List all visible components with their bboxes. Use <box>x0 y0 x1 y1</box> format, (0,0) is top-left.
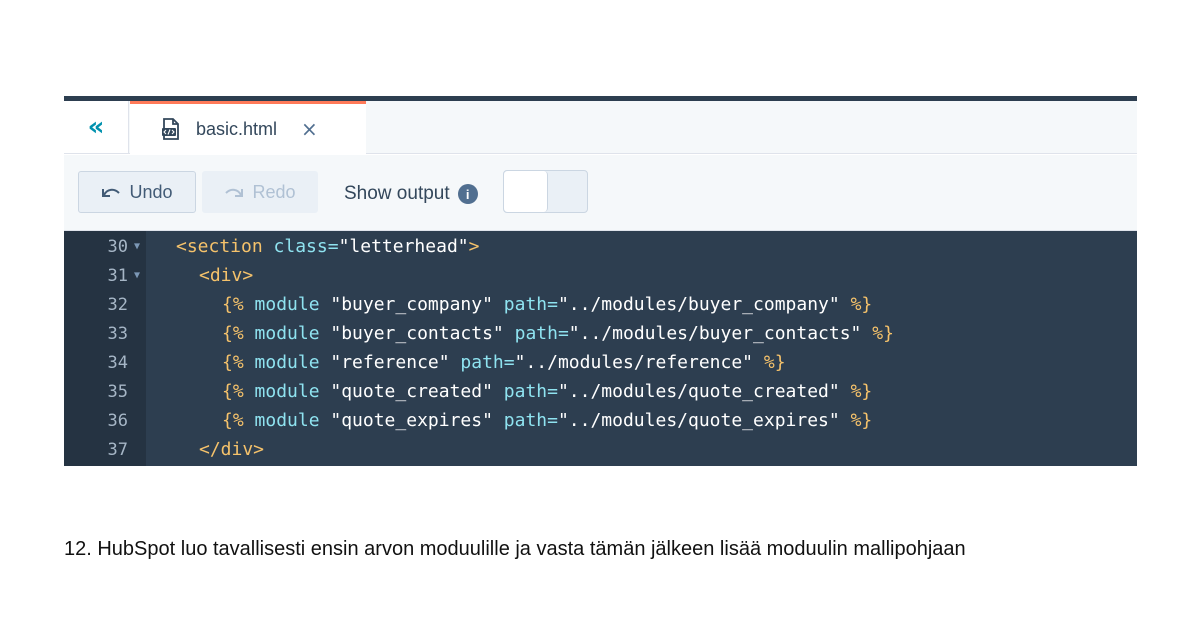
code-token: module <box>254 410 331 431</box>
code-token: path= <box>460 352 515 373</box>
code-line[interactable]: 35 {% module "quote_created" path="../mod… <box>64 377 1137 406</box>
fold-arrow-icon[interactable]: ▼ <box>134 241 140 252</box>
code-token: module <box>254 323 331 344</box>
code-token: %} <box>850 381 873 402</box>
code-text: {% module "reference" path="../modules/r… <box>222 352 786 373</box>
line-number: 34 <box>107 352 128 373</box>
collapse-sidebar-button[interactable]: « <box>64 101 129 153</box>
line-number: 36 <box>107 410 128 431</box>
code-line[interactable]: 30 ▼ <section class="letterhead"> <box>64 232 1137 261</box>
fold-arrow-icon[interactable]: ▼ <box>134 270 140 281</box>
code-area[interactable]: 30 ▼ <section class="letterhead"> 31 ▼ <div> 3… <box>64 231 1137 466</box>
code-token: path= <box>503 294 558 315</box>
code-token: path= <box>514 323 569 344</box>
code-line[interactable]: 34 {% module "reference" path="../modules… <box>64 348 1137 377</box>
code-token: {% <box>222 381 255 402</box>
line-number: 37 <box>107 439 128 460</box>
undo-label: Undo <box>129 181 173 202</box>
code-token: "../modules/buyer_company" <box>557 294 851 315</box>
code-token: <section <box>176 236 274 257</box>
code-token: {% <box>222 410 255 431</box>
undo-arrow-icon <box>101 182 121 203</box>
code-token: path= <box>503 381 558 402</box>
code-token: {% <box>222 323 255 344</box>
code-token: {% <box>222 294 255 315</box>
code-token: </div> <box>199 439 265 460</box>
toggle-knob <box>504 171 548 212</box>
code-text: {% module "buyer_contacts" path="../modu… <box>222 323 894 344</box>
code-token: "../modules/quote_created" <box>557 381 851 402</box>
toolbar: Undo Redo Show output i <box>64 155 1137 231</box>
code-token: {% <box>222 352 255 373</box>
line-number: 32 <box>107 294 128 315</box>
tab-bar: « basic.html × <box>64 101 1137 154</box>
code-text: {% module "quote_expires" path="../modul… <box>222 410 872 431</box>
code-text: <section class="letterhead"> <box>176 236 479 257</box>
line-number: 31 <box>107 265 128 286</box>
redo-button[interactable]: Redo <box>202 171 318 213</box>
undo-button[interactable]: Undo <box>78 171 196 213</box>
code-token: class= <box>273 236 339 257</box>
line-number: 30 <box>107 236 128 257</box>
code-token: "buyer_company" <box>330 294 504 315</box>
double-chevron-left-icon: « <box>87 112 105 142</box>
code-line[interactable]: 33 {% module "buyer_contacts" path="../mo… <box>64 319 1137 348</box>
code-text: <div> <box>199 265 253 286</box>
code-text: {% module "quote_created" path="../modul… <box>222 381 872 402</box>
line-number: 35 <box>107 381 128 402</box>
code-line[interactable]: 32 {% module "buyer_company" path="../mod… <box>64 290 1137 319</box>
code-token: "../modules/quote_expires" <box>557 410 851 431</box>
code-token: > <box>468 236 480 257</box>
redo-arrow-icon <box>224 182 244 203</box>
code-token: path= <box>503 410 558 431</box>
code-text: {% module "buyer_company" path="../modul… <box>222 294 872 315</box>
code-token: "buyer_contacts" <box>330 323 515 344</box>
code-token: "letterhead" <box>338 236 469 257</box>
code-line[interactable]: 36 {% module "quote_expires" path="../mod… <box>64 406 1137 435</box>
code-token: %} <box>850 410 873 431</box>
code-token: %} <box>872 323 894 344</box>
code-line[interactable]: 37 </div> <box>64 435 1137 464</box>
line-number: 33 <box>107 323 128 344</box>
code-token: "reference" <box>330 352 461 373</box>
code-line[interactable]: 31 ▼ <div> <box>64 261 1137 290</box>
code-editor: « basic.html × Undo Redo Show output i 3… <box>64 96 1137 466</box>
code-token: module <box>254 294 331 315</box>
code-token: "../modules/buyer_contacts" <box>568 323 873 344</box>
code-token: module <box>254 381 331 402</box>
redo-label: Redo <box>252 181 296 202</box>
close-icon[interactable]: × <box>301 117 318 141</box>
code-token: <div> <box>199 265 254 286</box>
info-icon[interactable]: i <box>457 184 478 204</box>
code-text: </div> <box>199 439 264 460</box>
code-token: "../modules/reference" <box>514 352 764 373</box>
caption: 12. HubSpot luo tavallisesti ensin arvon… <box>64 538 966 560</box>
tab-basic-html[interactable]: basic.html × <box>130 101 366 154</box>
html-file-icon <box>160 117 182 141</box>
show-output-toggle[interactable] <box>503 170 588 213</box>
tab-filename: basic.html <box>196 118 278 139</box>
code-token: module <box>254 352 331 373</box>
show-output-label-group: Show output i <box>344 181 478 207</box>
code-token: %} <box>763 352 786 373</box>
code-token: "quote_expires" <box>330 410 504 431</box>
code-token: %} <box>850 294 873 315</box>
show-output-label: Show output <box>344 183 450 204</box>
code-token: "quote_created" <box>330 381 504 402</box>
